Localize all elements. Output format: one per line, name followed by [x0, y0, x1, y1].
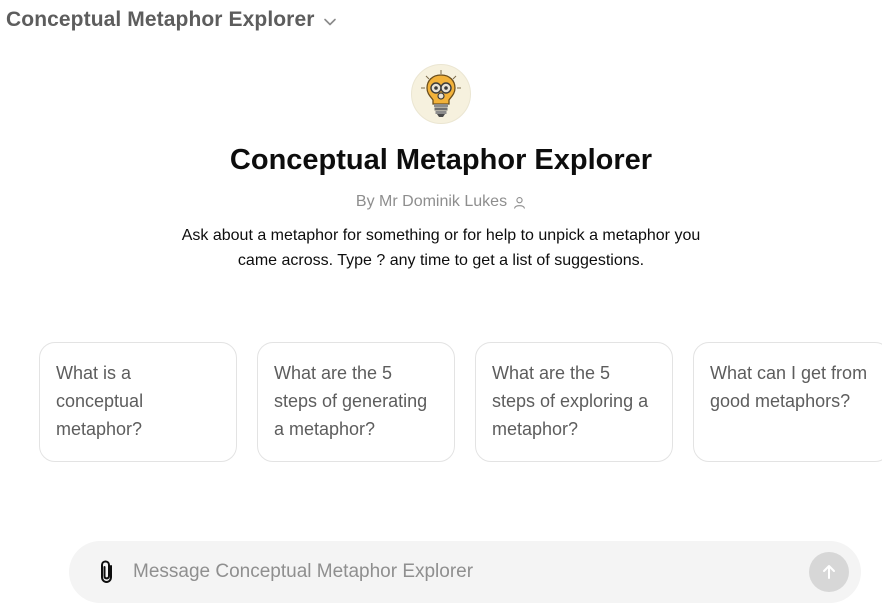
chevron-down-icon: [323, 18, 336, 25]
send-button[interactable]: [809, 552, 849, 592]
suggestion-card[interactable]: What can I get from good metaphors?: [693, 342, 882, 462]
author-label: By Mr Dominik Lukes: [355, 193, 508, 210]
suggestion-card[interactable]: What is a conceptual metaphor?: [39, 342, 237, 462]
suggestion-card[interactable]: What are the 5 steps of generating a met…: [257, 342, 455, 462]
person-icon: [514, 196, 525, 209]
paperclip-icon: [101, 560, 112, 583]
gpt-logo: [411, 64, 471, 124]
gpt-description: Ask about a metaphor for something or fo…: [181, 227, 701, 269]
gpt-name: Conceptual Metaphor Explorer: [229, 144, 653, 176]
lightbulb-gears-logo: [421, 70, 461, 117]
header-title: Conceptual Metaphor Explorer: [6, 8, 315, 31]
suggestion-cards: What is a conceptual metaphor? What are …: [39, 342, 882, 462]
gpt-title-dropdown[interactable]: Conceptual Metaphor Explorer: [6, 8, 337, 32]
message-composer: [69, 541, 861, 603]
attach-button[interactable]: [89, 554, 125, 590]
arrow-up-icon: [823, 565, 835, 579]
gpt-intro: Conceptual Metaphor Explorer By Mr Domin…: [0, 64, 882, 273]
suggestion-card[interactable]: What are the 5 steps of exploring a meta…: [475, 342, 673, 462]
message-input[interactable]: [133, 552, 809, 592]
gpt-author[interactable]: By Mr Dominik Lukes: [356, 193, 526, 211]
